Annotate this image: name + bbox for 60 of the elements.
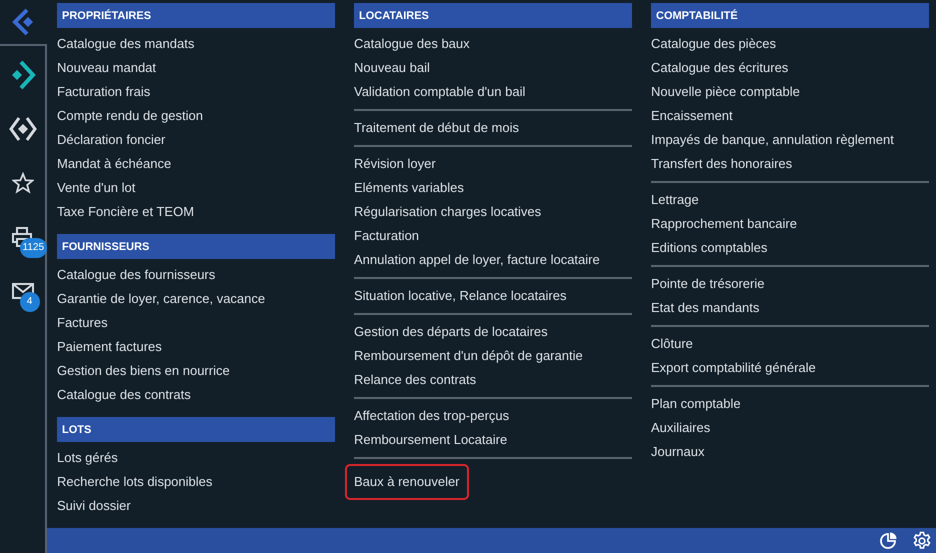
section-header: LOCATAIRES — [354, 3, 632, 28]
menu-item[interactable]: Remboursement Locataire — [354, 428, 508, 452]
menu-item[interactable]: Journaux — [651, 440, 704, 464]
menu-item[interactable]: Factures — [57, 311, 108, 335]
menu-item[interactable]: Export comptabilité générale — [651, 356, 816, 380]
menu-item[interactable]: Compte rendu de gestion — [57, 104, 203, 128]
menu-item[interactable]: Déclaration foncier — [57, 128, 166, 152]
menu-item[interactable]: Plan comptable — [651, 392, 741, 416]
star-icon[interactable] — [12, 172, 34, 194]
menu-item[interactable]: Clôture — [651, 332, 693, 356]
settings-icon[interactable] — [912, 530, 932, 550]
menu-item[interactable]: Baux à renouveler — [345, 464, 469, 500]
menu-item[interactable]: Auxiliaires — [651, 416, 710, 440]
menu-item[interactable]: Gestion des départs de locataires — [354, 320, 548, 344]
diamond-icon[interactable] — [8, 114, 38, 144]
menu-item[interactable]: Garantie de loyer, carence, vacance — [57, 287, 266, 311]
count-badge: 4 — [20, 292, 40, 312]
section-header: FOURNISSEURS — [57, 234, 335, 259]
menu-item[interactable]: Lettrage — [651, 188, 699, 212]
menu-item[interactable]: Révision loyer — [354, 152, 436, 176]
menu-item[interactable]: Nouvelle pièce comptable — [651, 80, 800, 104]
menu-item[interactable]: Catalogue des mandats — [57, 32, 194, 56]
menu-item[interactable]: Suivi dossier — [57, 494, 131, 518]
menu-item[interactable]: Situation locative, Relance locataires — [354, 284, 566, 308]
section-header: COMPTABILITÉ — [651, 3, 929, 28]
menu-item[interactable]: Annulation appel de loyer, facture locataire — [354, 248, 600, 272]
menu-item[interactable]: Catalogue des baux — [354, 32, 470, 56]
menu-item[interactable]: Affectation des trop-perçus — [354, 404, 510, 428]
menu-item[interactable]: Lots gérés — [57, 446, 118, 470]
menu-item[interactable]: Transfert des honoraires — [651, 152, 792, 176]
menu-item[interactable]: Remboursement d'un dépôt de garantie — [354, 344, 583, 368]
menu-item[interactable]: Pointe de trésorerie — [651, 272, 764, 296]
menu-item[interactable]: Nouveau mandat — [57, 56, 156, 80]
menu-item[interactable]: Recherche lots disponibles — [57, 470, 212, 494]
section-header: PROPRIÉTAIRES — [57, 3, 335, 28]
menu-item[interactable]: Facturation — [354, 224, 420, 248]
menu-item[interactable]: Traitement de début de mois — [354, 116, 519, 140]
menu-item[interactable]: Eléments variables — [354, 176, 464, 200]
menu-item[interactable]: Facturation frais — [57, 80, 150, 104]
menu-item[interactable]: Catalogue des contrats — [57, 383, 191, 407]
menu-item[interactable]: Rapprochement bancaire — [651, 212, 797, 236]
menu-item[interactable]: Catalogue des écritures — [651, 56, 788, 80]
menu-item[interactable]: Catalogue des pièces — [651, 32, 776, 56]
section-header: LOTS — [57, 417, 335, 442]
menu-item[interactable]: Encaissement — [651, 104, 733, 128]
menu-item[interactable]: Régularisation charges locatives — [354, 200, 542, 224]
menu-item[interactable]: Paiement factures — [57, 335, 162, 359]
menu-item[interactable]: Taxe Foncière et TEOM — [57, 200, 194, 224]
menu-item[interactable]: Gestion des biens en nourrice — [57, 359, 230, 383]
menu-item[interactable]: Vente d'un lot — [57, 176, 136, 200]
count-badge: 1125 — [20, 238, 48, 258]
menu-item[interactable]: Catalogue des fournisseurs — [57, 263, 216, 287]
menu-item[interactable]: Impayés de banque, annulation règlement — [651, 128, 894, 152]
menu-item[interactable]: Mandat à échéance — [57, 152, 172, 176]
menu-item[interactable]: Nouveau bail — [354, 56, 430, 80]
menu-item[interactable]: Relance des contrats — [354, 368, 476, 392]
menu-item[interactable]: Validation comptable d'un bail — [354, 80, 526, 104]
menu-item[interactable]: Editions comptables — [651, 236, 768, 260]
menu-item[interactable]: Etat des mandants — [651, 296, 760, 320]
pie-chart-icon[interactable] — [878, 530, 898, 550]
